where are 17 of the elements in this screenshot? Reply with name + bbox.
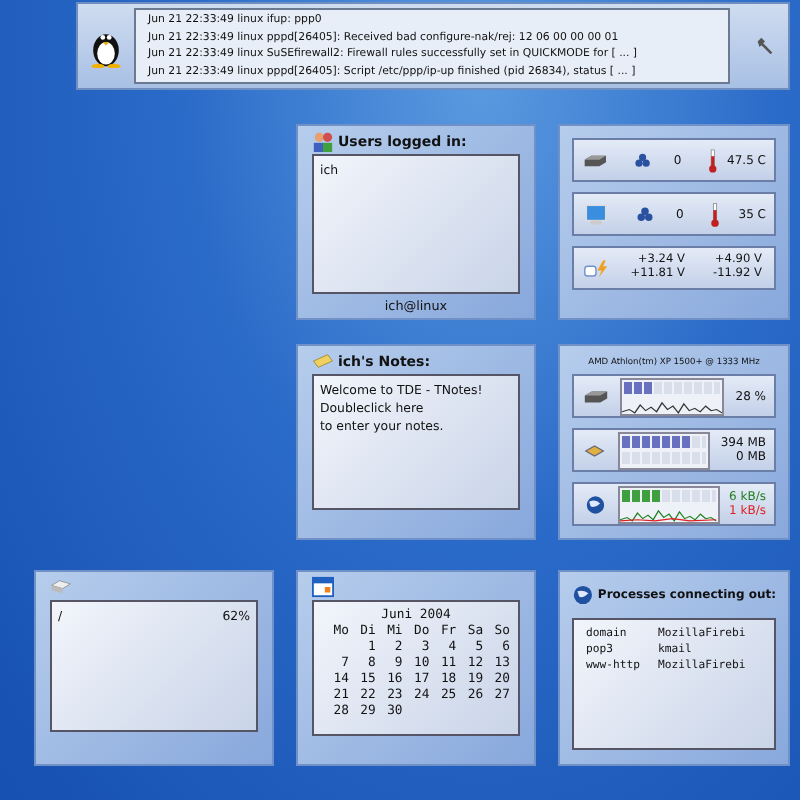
- wrench-icon[interactable]: [754, 35, 776, 57]
- users-icon: [312, 130, 334, 152]
- calendar-icon: [312, 576, 334, 598]
- memory-chip-icon: [582, 439, 608, 461]
- monitor-icon: [582, 203, 610, 225]
- globe-icon: [582, 493, 609, 515]
- network-graph: [618, 485, 720, 523]
- memory-bars: [617, 431, 711, 469]
- globe-icon: [572, 584, 594, 606]
- thermometer-icon: [707, 147, 718, 173]
- power-plug-icon: [582, 257, 610, 279]
- drive-icon: [50, 576, 72, 598]
- fan-icon: [636, 205, 654, 223]
- fan-icon: [634, 151, 652, 169]
- cpu-graph: [620, 377, 724, 415]
- thermometer-icon: [709, 201, 720, 227]
- processor-icon: [582, 385, 610, 407]
